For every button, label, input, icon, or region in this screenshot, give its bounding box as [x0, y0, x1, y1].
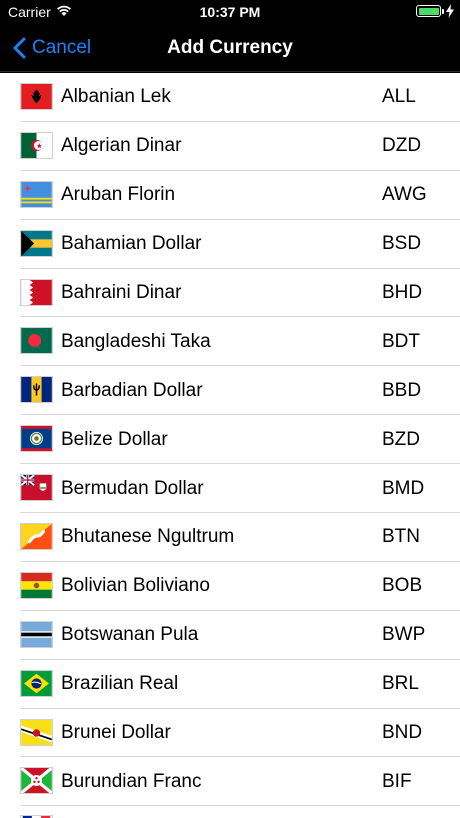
currency-code: BHD [382, 282, 423, 303]
bahrain-flag-icon [20, 278, 53, 306]
currency-row-brl[interactable]: Brazilian Real BRL [0, 660, 460, 709]
currency-row-awg[interactable]: Aruban Florin AWG [0, 171, 460, 220]
battery-icon [416, 5, 444, 17]
currency-name: Bolivian Boliviano [61, 575, 210, 597]
currency-row-bwp[interactable]: Botswanan Pula BWP [0, 611, 460, 660]
cancel-label: Cancel [32, 37, 92, 58]
albania-flag-icon [20, 83, 53, 110]
currency-code: ALL [382, 86, 416, 108]
currency-name: Bhutanese Ngultrum [61, 526, 235, 548]
bhutan-flag-icon [20, 523, 53, 551]
currency-row-dzd[interactable]: Algerian Dinar DZD [0, 122, 460, 171]
currency-row-bsd[interactable]: Bahamian Dollar BSD [0, 220, 460, 269]
currency-row-bzd[interactable]: Belize Dollar BZD [0, 415, 460, 465]
cancel-button[interactable]: Cancel [12, 34, 91, 62]
bahamas-flag-icon [20, 229, 53, 257]
currency-code: BND [382, 722, 423, 744]
currency-code: BDT [382, 330, 420, 352]
charging-bolt-icon [446, 4, 454, 18]
bermuda-flag-icon [20, 474, 53, 502]
currency-code: BBD [382, 379, 422, 401]
currency-row-bhd[interactable]: Bahraini Dinar BHD [0, 269, 460, 318]
status-bar: Carrier 10:37 PM [0, 0, 460, 24]
aruba-flag-icon [20, 180, 53, 208]
currency-code: BTN [382, 526, 420, 548]
bolivia-flag-icon [20, 571, 53, 599]
burundi-flag-icon [20, 767, 53, 795]
currency-row-btn[interactable]: Bhutanese Ngultrum BTN [0, 513, 460, 562]
currency-name: Bermudan Dollar [61, 477, 204, 499]
brunei-flag-icon [20, 718, 53, 746]
clock: 10:37 PM [199, 4, 261, 20]
currency-code: BSD [382, 233, 422, 255]
currency-name: Bangladeshi Taka [61, 330, 211, 352]
currency-name: Belize Dollar [61, 428, 168, 450]
belize-flag-icon [20, 425, 53, 453]
currency-name: Bahraini Dinar [61, 282, 182, 303]
currency-list[interactable]: Albanian Lek ALL Algerian Dinar DZD Arub… [0, 73, 460, 818]
currency-name: Brazilian Real [61, 673, 179, 695]
currency-name: Botswanan Pula [61, 624, 199, 646]
currency-code: BOB [382, 575, 423, 597]
currency-code: BWP [382, 624, 426, 646]
currency-row-bnd[interactable]: Brunei Dollar BND [0, 709, 460, 758]
currency-name: Aruban Florin [61, 184, 176, 206]
navigation-bar: Cancel Add Currency [0, 24, 460, 72]
currency-name: Burundian Franc [61, 770, 202, 792]
chevron-left-icon [13, 37, 26, 59]
currency-code: BZD [382, 428, 420, 450]
currency-code: DZD [382, 135, 422, 157]
currency-name: Bahamian Dollar [61, 233, 202, 255]
botswana-flag-icon [20, 620, 53, 648]
barbados-flag-icon [20, 376, 53, 404]
algeria-flag-icon [20, 131, 53, 159]
currency-row-bif[interactable]: Burundian Franc BIF [0, 757, 460, 807]
list-item-partial [0, 806, 460, 818]
currency-row-bob[interactable]: Bolivian Boliviano BOB [0, 562, 460, 611]
currency-row-all[interactable]: Albanian Lek ALL [0, 73, 460, 122]
currency-name: Albanian Lek [61, 86, 171, 108]
currency-code: BIF [382, 770, 412, 792]
currency-row-bmd[interactable]: Bermudan Dollar BMD [0, 464, 460, 513]
currency-name: Barbadian Dollar [61, 379, 203, 401]
currency-code: BMD [382, 477, 425, 499]
currency-code: AWG [382, 184, 427, 206]
currency-name: Brunei Dollar [61, 722, 171, 744]
currency-name: Algerian Dinar [61, 135, 182, 157]
currency-row-bbd[interactable]: Barbadian Dollar BBD [0, 366, 460, 416]
bangladesh-flag-icon [20, 327, 53, 355]
currency-row-bdt[interactable]: Bangladeshi Taka BDT [0, 317, 460, 367]
brazil-flag-icon [20, 669, 53, 697]
currency-code: BRL [382, 673, 419, 695]
